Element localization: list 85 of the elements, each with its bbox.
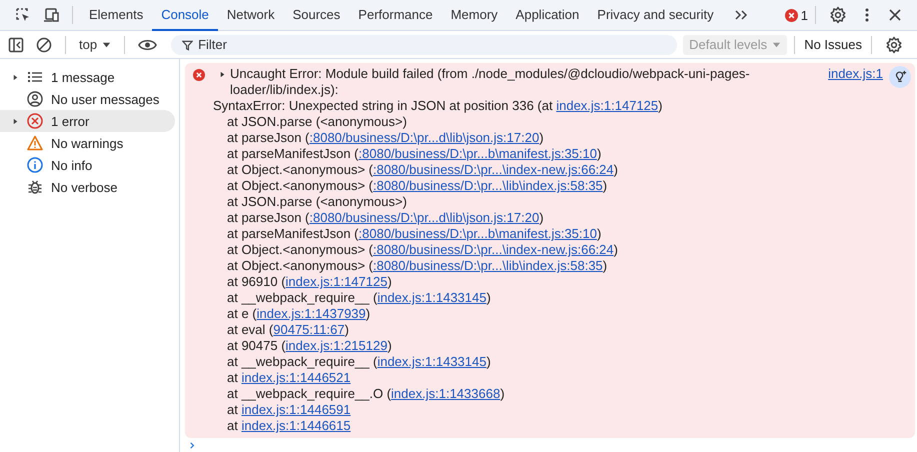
stack-link[interactable]: index.js:1:1446615	[241, 418, 351, 433]
stack-frame: at __webpack_require__ (index.js:1:1433145)	[213, 290, 909, 306]
sidebar-item[interactable]: 1 error	[0, 110, 175, 132]
stack-frame: at Object.<anonymous> (:8080/business/D:\pr...\lib\index.js:58:35)	[213, 178, 909, 194]
stack-link[interactable]: :8080/business/D:\pr...b\manifest.js:35:10	[358, 226, 597, 241]
stack-frame: at JSON.parse (<anonymous>)	[213, 194, 909, 210]
stack-frame: at index.js:1:1446521	[213, 370, 909, 386]
user-icon	[27, 91, 43, 107]
panel-tab[interactable]: Privacy and security	[588, 0, 723, 30]
error-icon	[193, 69, 205, 81]
stack-link[interactable]: :8080/business/D:\pr...b\manifest.js:35:10	[358, 146, 597, 161]
stack-frame: at parseJson (:8080/business/D:\pr...d\lib\json.js:17:20)	[213, 210, 909, 226]
caret-icon	[102, 40, 112, 49]
device-icon[interactable]	[43, 7, 59, 23]
eye-icon[interactable]	[138, 38, 158, 52]
lightbulb-icon	[893, 70, 907, 84]
context-dropdown[interactable]: top	[73, 37, 118, 52]
panel-tab[interactable]: Memory	[442, 0, 507, 30]
insight-button[interactable]	[889, 66, 911, 88]
close-icon[interactable]	[887, 7, 903, 23]
stack-link[interactable]: :8080/business/D:\pr...d\lib\json.js:17:20	[309, 210, 540, 225]
stack-link[interactable]: index.js:1:147125	[286, 274, 388, 289]
stack-link[interactable]: :8080/business/D:\pr...\lib\index.js:58:35	[372, 258, 603, 273]
inspect-icon[interactable]	[15, 7, 31, 23]
sidebar-item[interactable]: No info	[0, 154, 175, 176]
list-icon	[27, 69, 43, 85]
stack-link[interactable]: index.js:1:1433145	[377, 354, 486, 369]
stack-link[interactable]: index.js:1:1437939	[256, 306, 366, 321]
stack-link[interactable]: :8080/business/D:\pr...\lib\index.js:58:35	[372, 178, 603, 193]
issues-button[interactable]: No Issues	[802, 37, 864, 52]
stack-link[interactable]: :8080/business/D:\pr...d\lib\json.js:17:20	[309, 130, 540, 145]
filter-icon	[182, 40, 194, 50]
stack-frame: at Object.<anonymous> (:8080/business/D:\pr...\lib\index.js:58:35)	[213, 258, 909, 274]
error-count[interactable]: 1	[800, 8, 808, 22]
expand-icon[interactable]	[219, 71, 226, 78]
panel-tab[interactable]: Sources	[284, 0, 350, 30]
stack-frame: at 96910 (index.js:1:147125)	[213, 274, 909, 290]
stack-link[interactable]: index.js:1:1433668	[391, 386, 500, 401]
sidebar-toggle-icon[interactable]	[8, 36, 24, 52]
filter-field[interactable]: Filter	[171, 34, 678, 54]
expand-icon[interactable]	[12, 74, 19, 80]
error-icon	[784, 8, 798, 22]
stack-frame: at parseManifestJson (:8080/business/D:\pr...b\manifest.js:35:10)	[213, 146, 909, 162]
panel-tab[interactable]: Elements	[80, 0, 152, 30]
stack-link[interactable]: index.js:1:215129	[286, 338, 388, 353]
stack-link[interactable]: index.js:1:1446591	[241, 402, 351, 417]
panel-tab[interactable]: Network	[218, 0, 284, 30]
stack-frame: at parseManifestJson (:8080/business/D:\pr...b\manifest.js:35:10)	[213, 226, 909, 242]
stack-frame: at index.js:1:1446615	[213, 418, 909, 434]
sidebar-item[interactable]: No verbose	[0, 176, 175, 198]
settings-icon[interactable]	[829, 6, 847, 24]
error-icon	[27, 113, 43, 129]
stack-frame: at __webpack_require__ (index.js:1:1433145)	[213, 354, 909, 370]
stack-link[interactable]: index.js:1:1446521	[241, 370, 351, 385]
error-title: Uncaught Error: Module build failed (from ./node_modules/@dcloudio/webpack-uni-pages-loader/lib/index.js):	[230, 66, 751, 98]
stack-frame: at Object.<anonymous> (:8080/business/D:\pr...\index-new.js:66:24)	[213, 162, 909, 178]
stack-frame: at Object.<anonymous> (:8080/business/D:\pr...\index-new.js:66:24)	[213, 242, 909, 258]
stack-link[interactable]: :8080/business/D:\pr...\index-new.js:66:24	[372, 242, 614, 257]
bug-icon	[27, 179, 43, 195]
sidebar-item[interactable]: No user messages	[0, 88, 175, 110]
stack-frame: at e (index.js:1:1437939)	[213, 306, 909, 322]
error-detail: SyntaxError: Unexpected string in JSON at position 336 (at index.js:1:147125)	[213, 98, 664, 114]
expand-icon[interactable]	[12, 118, 19, 124]
panel-tab[interactable]: Application	[506, 0, 588, 30]
stack-frame: at __webpack_require__.O (index.js:1:1433668)	[213, 386, 909, 402]
prompt-icon	[189, 442, 196, 449]
stack-link[interactable]: 90475:11:67	[273, 322, 345, 337]
stack-frame: at 90475 (index.js:1:215129)	[213, 338, 909, 354]
stack-frame: at eval (90475:11:67)	[213, 322, 909, 338]
settings-icon[interactable]	[885, 36, 903, 54]
stack-link[interactable]: index.js:1:147125	[556, 98, 658, 113]
stack-link[interactable]: :8080/business/D:\pr...\index-new.js:66:24	[372, 162, 614, 177]
stack-link[interactable]: index.js:1:1433145	[377, 290, 486, 305]
caret-icon	[772, 40, 782, 49]
panel-tab[interactable]: Console	[152, 0, 218, 30]
sidebar-item[interactable]: No warnings	[0, 132, 175, 154]
source-link[interactable]: index.js:1	[828, 66, 883, 82]
stack-frame: at index.js:1:1446591	[213, 402, 909, 418]
info-icon	[27, 157, 43, 173]
panel-tab[interactable]: Performance	[349, 0, 442, 30]
stack-frame: at JSON.parse (<anonymous>)	[213, 114, 909, 130]
clear-console-icon[interactable]	[36, 36, 52, 52]
warning-icon	[27, 135, 43, 151]
stack-frame: at parseJson (:8080/business/D:\pr...d\lib\json.js:17:20)	[213, 130, 909, 146]
sidebar-item[interactable]: 1 message	[0, 66, 175, 88]
